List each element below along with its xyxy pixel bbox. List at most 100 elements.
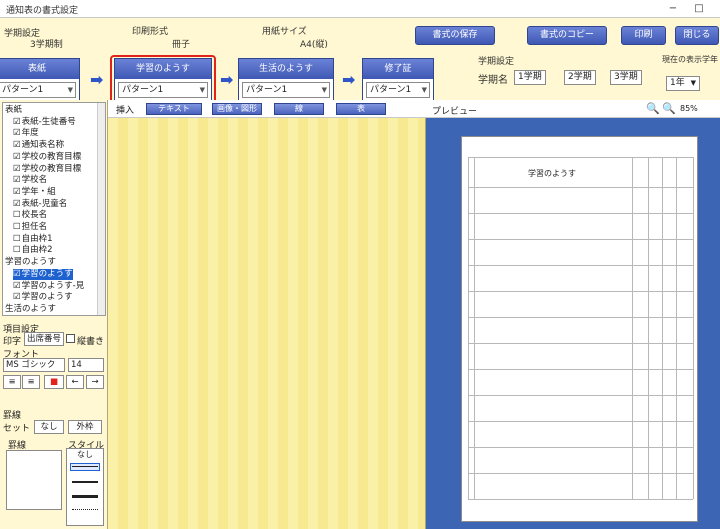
title-bar: 通知表の書式設定 − □ xyxy=(0,0,720,18)
checkbox-empty-icon[interactable]: ☐ xyxy=(13,234,21,244)
preview-row-line xyxy=(468,317,693,318)
preview-column-line xyxy=(693,157,694,499)
preview-column-line xyxy=(662,157,663,499)
step-cover-select[interactable]: パターン1 ▼ xyxy=(0,82,76,98)
preview-column-line xyxy=(676,157,677,499)
checkbox-checked-icon[interactable]: ☑ xyxy=(13,117,21,127)
tree-item[interactable]: ☑年度 xyxy=(13,128,39,139)
tree-item[interactable]: ☑表紙-生徒番号 xyxy=(13,117,76,128)
tree-item-label: 表紙-児童名 xyxy=(21,198,68,209)
print-button[interactable]: 印刷 xyxy=(621,26,666,45)
tree-item[interactable]: ☐担任名 xyxy=(13,222,47,233)
preview-row-line xyxy=(468,291,693,292)
insert-text-button[interactable]: テキスト xyxy=(146,103,202,115)
insert-line-button[interactable]: 線 xyxy=(274,103,324,115)
checkbox-empty-icon[interactable]: ☐ xyxy=(13,245,21,255)
checkbox-checked-icon[interactable]: ☑ xyxy=(13,187,21,197)
print-format-label: 印刷形式 xyxy=(132,27,169,37)
preview-column-line xyxy=(632,157,633,499)
indent-left-button[interactable]: ← xyxy=(66,375,84,389)
term-2-field[interactable]: 2学期 xyxy=(564,70,596,85)
checkbox-checked-icon[interactable]: ☑ xyxy=(13,269,21,279)
tree-item-label: 校長名 xyxy=(21,210,48,221)
preview-row-line xyxy=(468,343,693,344)
line-style-list[interactable]: なし xyxy=(66,448,104,526)
tree-item-label: 表紙 xyxy=(5,105,23,115)
tree-item[interactable]: ☑学校の教育目標 xyxy=(13,152,81,163)
tree-item[interactable]: 表紙 xyxy=(5,105,22,116)
maximize-button[interactable]: □ xyxy=(690,2,708,16)
preview-page-title: 学習のようす xyxy=(528,169,576,178)
tree-item[interactable]: 学習のようす xyxy=(5,257,56,268)
tree-item-label: 通知表名称 xyxy=(21,140,65,151)
step-life-select-value: パターン1 xyxy=(246,85,288,95)
tree-item[interactable]: 生活のようす xyxy=(5,304,56,315)
checkbox-checked-icon[interactable]: ☑ xyxy=(13,164,21,174)
step-certificate-select-value: パターン1 xyxy=(370,85,412,95)
tree-item[interactable]: ☐校長名 xyxy=(13,210,47,221)
font-select[interactable]: MS ゴシック xyxy=(3,358,65,372)
zoom-out-icon[interactable]: 🔍 xyxy=(662,102,676,115)
save-format-button[interactable]: 書式の保存 xyxy=(415,26,495,45)
border-none-button[interactable]: なし xyxy=(34,420,64,434)
tree-item[interactable]: ☑通知表名称 xyxy=(13,140,64,151)
term-3-field[interactable]: 3学期 xyxy=(610,70,642,85)
tree-item[interactable]: ☐自由枠1 xyxy=(13,234,53,245)
thick-line-icon xyxy=(72,495,98,498)
term-1-field[interactable]: 1学期 xyxy=(514,70,546,85)
tree-item[interactable]: ☑学校名 xyxy=(13,175,47,186)
tree-item-label: 学習のようす xyxy=(21,268,73,279)
order-select[interactable]: 出席番号 xyxy=(24,332,64,346)
step-life-caption[interactable]: 生活のようす xyxy=(239,59,333,79)
set-label: セット xyxy=(3,424,31,434)
zoom-in-icon[interactable]: 🔍 xyxy=(646,102,660,115)
step-cover-caption[interactable]: 表紙 xyxy=(0,59,79,79)
tree-item[interactable]: ☑学校の教育目標 xyxy=(13,164,81,175)
close-button[interactable]: 閉じる xyxy=(675,26,719,45)
tree-scrollbar[interactable] xyxy=(97,103,105,315)
tree-item[interactable]: ☑学習のようす xyxy=(13,268,73,280)
edit-area[interactable]: 挿入 テキスト 画像・図形 線 表 xyxy=(108,100,426,529)
preview-row-line xyxy=(468,187,693,188)
tree-item[interactable]: ☑表紙-児童名 xyxy=(13,199,67,210)
align-center-button[interactable]: ≡ xyxy=(22,375,40,389)
zoom-value[interactable]: 85% xyxy=(680,104,698,113)
step-certificate-select[interactable]: パターン1 ▼ xyxy=(366,82,430,98)
insert-table-button[interactable]: 表 xyxy=(336,103,386,115)
tree-item[interactable]: ☑学習のようす-見 xyxy=(13,281,84,292)
checkbox-empty-icon[interactable]: ☐ xyxy=(13,222,21,232)
insert-image-button[interactable]: 画像・図形 xyxy=(212,103,262,115)
checkbox-checked-icon[interactable]: ☑ xyxy=(13,175,21,185)
step-cover: 表紙 パターン1 ▼ xyxy=(0,58,80,102)
text-color-button[interactable]: ■ xyxy=(44,375,64,389)
window-title: 通知表の書式設定 xyxy=(6,6,79,16)
tree-item[interactable]: ☑学年・組 xyxy=(13,187,56,198)
border-outer-button[interactable]: 外枠 xyxy=(68,420,102,434)
checkbox-checked-icon[interactable]: ☑ xyxy=(13,199,21,209)
vertical-checkbox[interactable] xyxy=(66,334,75,343)
border-preview[interactable] xyxy=(6,450,62,510)
preview-panel: プレビュー 🔍 🔍 85% 学習のようす xyxy=(426,100,720,529)
checkbox-checked-icon[interactable]: ☑ xyxy=(13,140,21,150)
tree-item[interactable]: ☑学習のようす xyxy=(13,292,73,303)
step-learning-select[interactable]: パターン1 ▼ xyxy=(118,82,208,98)
style-thin-option[interactable] xyxy=(70,463,100,471)
current-display-select[interactable]: 1年 ▼ xyxy=(666,76,700,91)
style-none-option[interactable]: なし xyxy=(67,449,103,460)
checkbox-checked-icon[interactable]: ☑ xyxy=(13,128,21,138)
step-life-select[interactable]: パターン1 ▼ xyxy=(242,82,330,98)
step-learning-caption[interactable]: 学習のようす xyxy=(115,59,211,79)
align-left-button[interactable]: ≡ xyxy=(3,375,21,389)
checkbox-checked-icon[interactable]: ☑ xyxy=(13,281,21,291)
font-size-select[interactable]: 14 xyxy=(68,358,104,372)
indent-right-button[interactable]: → xyxy=(86,375,104,389)
item-tree[interactable]: 表紙 ☑表紙-生徒番号 ☑年度 ☑通知表名称 ☑学校の教育目標 ☑学校の教育目標 ☑学校名 ☑… xyxy=(2,102,106,316)
tree-item[interactable]: ☐自由枠2 xyxy=(13,245,53,256)
step-certificate-caption[interactable]: 修了証 xyxy=(363,59,433,79)
checkbox-checked-icon[interactable]: ☑ xyxy=(13,152,21,162)
copy-format-button[interactable]: 書式のコピー xyxy=(527,26,607,45)
minimize-button[interactable]: − xyxy=(664,2,682,16)
checkbox-empty-icon[interactable]: ☐ xyxy=(13,210,21,220)
preview-row-line xyxy=(468,499,693,500)
checkbox-checked-icon[interactable]: ☑ xyxy=(13,292,21,302)
